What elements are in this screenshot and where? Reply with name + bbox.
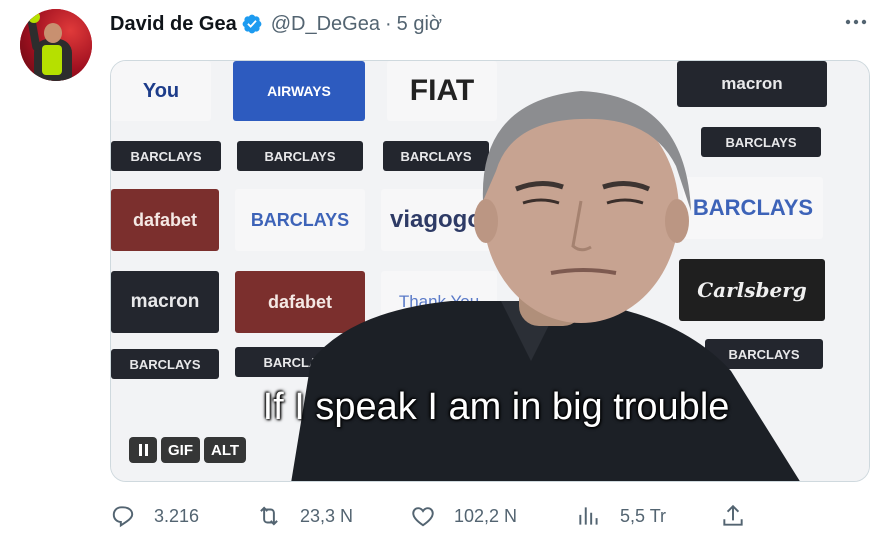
- heart-icon: [412, 507, 434, 527]
- avatar-jersey: [42, 45, 62, 75]
- like-count: 102,2 N: [454, 505, 518, 526]
- pause-icon: [138, 444, 148, 456]
- avatar[interactable]: [20, 9, 92, 81]
- reply-count: 3.216: [154, 505, 200, 526]
- avatar-glove: [28, 11, 40, 23]
- retweet-count: 23,3 N: [300, 505, 354, 526]
- alt-text-button[interactable]: ALT: [204, 437, 247, 463]
- separator-dot: ·: [384, 12, 392, 35]
- gif-caption: If I speak I am in big trouble: [262, 386, 730, 428]
- views-icon: [579, 507, 598, 525]
- views-count: 5,5 Tr: [620, 505, 667, 526]
- gif-badge: GIF: [161, 437, 200, 463]
- views-button[interactable]: 5,5 Tr: [576, 498, 666, 534]
- retweet-button[interactable]: 23,3 N: [256, 498, 353, 534]
- tweet-header: David de Gea @D_DeGea · 5 giờ: [110, 11, 442, 37]
- timestamp[interactable]: 5 giờ: [397, 13, 442, 36]
- verified-badge-icon[interactable]: [241, 13, 263, 35]
- reply-button[interactable]: 3.216: [110, 498, 199, 534]
- pause-button[interactable]: [129, 437, 157, 463]
- display-name[interactable]: David de Gea: [110, 13, 237, 36]
- author-handle[interactable]: @D_DeGea: [271, 13, 380, 36]
- avatar-head: [44, 23, 62, 43]
- gif-media[interactable]: You AIRWAYS FIAT macron BARCLAYS BARCLAY…: [110, 60, 870, 482]
- like-button[interactable]: 102,2 N: [410, 498, 517, 534]
- share-icon: [723, 504, 743, 526]
- tweet-actions: 3.216 23,3 N 102,2 N 5,5 Tr: [110, 498, 870, 534]
- retweet-icon: [260, 506, 278, 526]
- tweet: David de Gea @D_DeGea · 5 giờ You AIRWAY…: [0, 0, 889, 537]
- share-button[interactable]: [720, 498, 764, 534]
- more-icon[interactable]: [843, 12, 869, 32]
- media-badges: GIF ALT: [129, 437, 247, 463]
- reply-icon: [112, 506, 134, 528]
